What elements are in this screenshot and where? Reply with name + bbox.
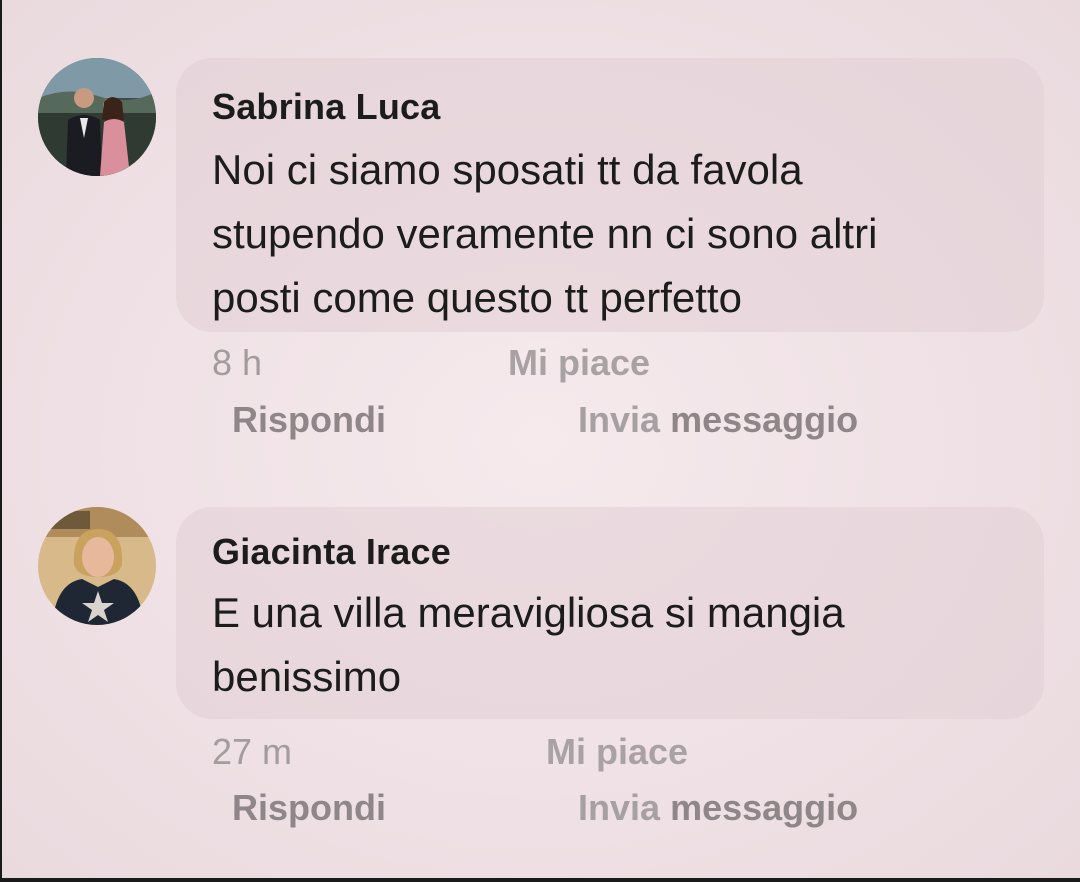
comment-time: 27 m (212, 731, 293, 772)
frame-edge-bottom (0, 878, 1080, 882)
like-button[interactable]: Mi piace (546, 731, 688, 773)
comment-text-line: stupendo veramente nn ci sono altri (212, 210, 878, 257)
comment-bubble: Giacinta Irace E una villa meravigliosa … (176, 507, 1044, 719)
comment-text-line: posti come questo tt perfetto (212, 274, 742, 321)
comment-text-line: benissimo (212, 653, 402, 700)
comment-text-line: E una villa meravigliosa si mangia (212, 589, 845, 636)
comment-bubble: Sabrina Luca Noi ci siamo sposati tt da … (176, 58, 1044, 332)
couple-photo-avatar-icon (38, 58, 156, 176)
avatar[interactable] (38, 507, 156, 625)
reply-button[interactable]: Rispondi (232, 399, 386, 441)
comment-text: Noi ci siamo sposati tt da favola stupen… (212, 138, 1012, 330)
comment-author[interactable]: Giacinta Irace (212, 531, 451, 573)
send-message-button[interactable]: Invia messaggio (578, 399, 858, 441)
like-button[interactable]: Mi piace (508, 342, 650, 384)
reply-button[interactable]: Rispondi (232, 787, 386, 829)
send-message-button[interactable]: Invia messaggio (578, 787, 858, 829)
woman-photo-avatar-icon (38, 507, 156, 625)
avatar[interactable] (38, 58, 156, 176)
comment-text-line: Noi ci siamo sposati tt da favola (212, 146, 803, 193)
send-message-label-2: messaggio (670, 787, 859, 828)
send-message-label-1: Invia (578, 399, 661, 440)
send-message-label-1: Invia (578, 787, 661, 828)
frame-edge-left (0, 0, 2, 882)
comment-text: E una villa meravigliosa si mangia benis… (212, 581, 1012, 709)
comment-author[interactable]: Sabrina Luca (212, 86, 440, 128)
send-message-label-2: messaggio (670, 399, 859, 440)
comment-time: 8 h (212, 342, 263, 383)
